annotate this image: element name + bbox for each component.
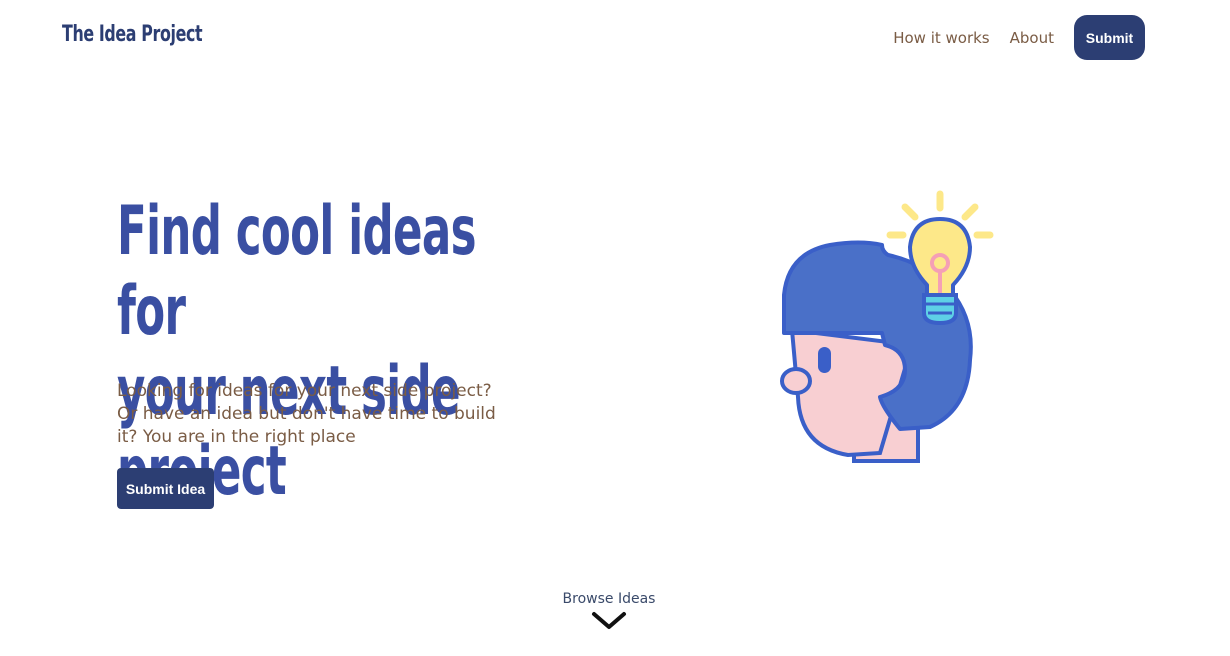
head-with-lightbulb-icon (780, 190, 994, 463)
bulb-base (922, 293, 958, 326)
site-logo[interactable]: The Idea Project (62, 22, 203, 47)
hero-description: Looking for ideas for your next side pro… (117, 381, 496, 447)
eye (818, 347, 831, 373)
submit-idea-button[interactable]: Submit Idea (117, 468, 214, 509)
browse-ideas-label: Browse Ideas (562, 591, 656, 607)
nav-link-how-it-works[interactable]: How it works (893, 29, 989, 47)
browse-ideas-link[interactable]: Browse Ideas (0, 591, 1218, 631)
chevron-down-icon[interactable] (591, 611, 627, 631)
nav-link-about[interactable]: About (1010, 29, 1054, 47)
ear (780, 367, 812, 395)
hero-title-line-1: Find cool ideas for (117, 192, 476, 351)
hero-title: Find cool ideas for your next side proje… (117, 192, 527, 512)
nav-submit-button[interactable]: Submit (1074, 15, 1145, 60)
main-nav: How it works About Submit (893, 15, 1145, 60)
